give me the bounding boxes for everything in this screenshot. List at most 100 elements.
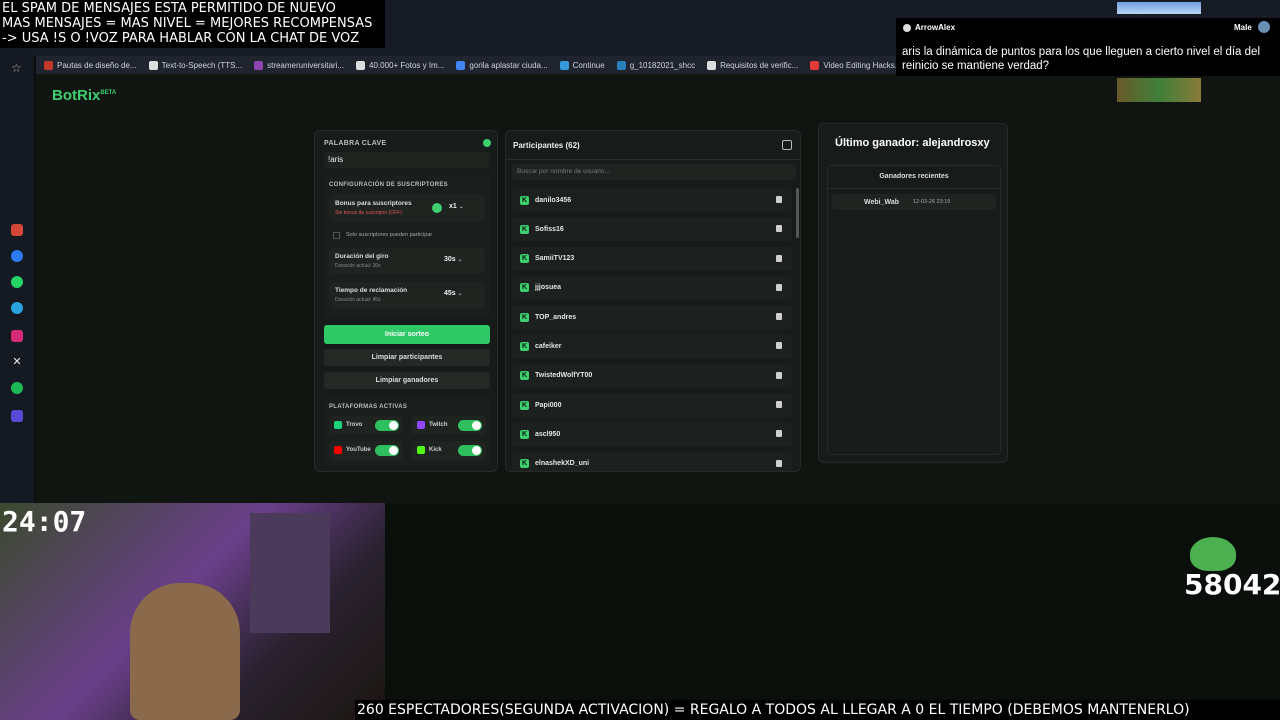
spotify-icon[interactable]	[11, 382, 23, 394]
trash-icon[interactable]	[776, 371, 782, 379]
trash-icon[interactable]	[776, 459, 782, 467]
participant-row: Kascl950	[512, 422, 792, 447]
participants-panel: Participantes (62) Buscar por nombre de …	[505, 130, 801, 472]
participant-row: Kdanilo3456	[512, 188, 792, 212]
claim-time-select[interactable]: 45s ⌄	[444, 290, 463, 297]
bookmarks-bar: Pautas de diseño de... Text-to-Speech (TT…	[36, 56, 896, 74]
media-icon[interactable]	[11, 410, 23, 422]
browser-sidebar: ☆ ✕	[0, 48, 34, 503]
kick-icon: K	[520, 341, 529, 351]
spin-duration-subtitle: Duración actual: 30s	[335, 263, 381, 269]
keyword-input[interactable]: !aris	[324, 152, 490, 168]
trash-icon[interactable]	[776, 283, 782, 291]
platform-logo-icon	[334, 421, 342, 429]
platform-toggle-row: YouTube	[329, 441, 403, 460]
chat-tag: Male	[1234, 23, 1252, 32]
kick-icon: K	[520, 283, 529, 293]
recent-winner-name: Webi_Wab	[864, 198, 900, 206]
participant-name: SamiiTV123	[535, 255, 575, 263]
telegram-icon[interactable]	[11, 302, 23, 314]
bookmark-item[interactable]: Text-to-Speech (TTS...	[148, 60, 243, 70]
trash-icon[interactable]	[776, 342, 782, 350]
copy-icon[interactable]	[782, 140, 792, 150]
participant-row: Kjjjosuea	[512, 275, 792, 300]
chat-message: aris la dinámica de puntos para los que …	[902, 46, 1260, 72]
platform-name: Trovo	[346, 422, 363, 428]
platform-toggle-switch[interactable]	[375, 420, 399, 431]
kick-icon: K	[520, 254, 529, 264]
chat-username: ArrowAlex	[915, 23, 956, 32]
participant-search-input[interactable]: Buscar por nombre de usuario...	[512, 164, 796, 180]
webcam-feed: 24:07	[0, 503, 385, 720]
participant-name: ascl950	[535, 430, 561, 438]
kick-icon: K	[520, 312, 529, 322]
bookmark-favicon-icon	[810, 60, 820, 70]
spin-duration-select[interactable]: 30s ⌄	[444, 256, 463, 263]
subscriber-bonus-row: Bonus para suscriptores Sin bonus de sus…	[329, 195, 485, 221]
participants-title: Participantes (62)	[513, 141, 580, 150]
subscriber-bonus-select[interactable]: x1 ⌄	[449, 203, 464, 210]
bookmark-item[interactable]: Video Editing Hacks...	[810, 60, 896, 70]
trash-icon[interactable]	[776, 254, 782, 262]
kick-icon: K	[520, 195, 529, 205]
participants-list: Kdanilo3456 K Sofiss16 K SamiiTV123 Kjjjosuea…	[512, 188, 792, 471]
bookmark-item[interactable]: 40.000+ Fotos y Im...	[356, 60, 444, 70]
platform-logo-icon	[334, 446, 342, 454]
x-icon[interactable]: ✕	[11, 356, 23, 368]
clear-participants-button[interactable]: Limpiar participantes	[324, 349, 490, 366]
keyword-label: PALABRA CLAVE	[324, 140, 387, 147]
whatsapp-icon[interactable]	[11, 276, 23, 288]
decorative-sky-image	[1117, 2, 1201, 14]
platform-toggle-switch[interactable]	[375, 445, 399, 456]
bookmark-item[interactable]: gorila aplastar ciuda...	[456, 60, 548, 70]
subscriber-bonus-title: Bonus para suscriptores	[335, 200, 412, 207]
trash-icon[interactable]	[776, 196, 782, 203]
bookmark-item[interactable]: Requisitos de verific...	[707, 60, 799, 70]
subscribers-only-label: Solo suscriptores pueden participar	[346, 232, 433, 238]
start-raffle-button[interactable]: Iniciar sorteo	[324, 325, 490, 344]
participants-divider	[506, 159, 800, 160]
bookmark-favicon-icon	[254, 60, 264, 70]
recent-winners-label: Ganadores recientes	[879, 173, 949, 180]
bookmark-item[interactable]: streameruniversitari...	[254, 60, 344, 70]
banner-line: -> USA !S O !VOZ PARA HABLAR CON LA CHAT…	[2, 31, 360, 46]
platform-toggle-switch[interactable]	[458, 445, 482, 456]
bookmark-item[interactable]: Pautas de diseño de...	[44, 60, 137, 70]
kick-icon: K	[520, 429, 529, 439]
participant-name: jjjosuea	[535, 284, 562, 292]
bookmark-favicon-icon	[148, 60, 158, 70]
info-icon	[432, 203, 442, 213]
spin-duration-title: Duración del giro	[335, 253, 389, 260]
trash-icon[interactable]	[776, 430, 782, 438]
list-scrollbar[interactable]	[796, 188, 799, 238]
trash-icon[interactable]	[776, 401, 782, 409]
claim-time-subtitle: Duración actual: 45s	[335, 297, 381, 303]
trash-icon[interactable]	[776, 225, 782, 233]
participant-name: TOP_andres	[535, 313, 577, 321]
star-icon[interactable]: ☆	[11, 62, 23, 74]
webcam-shelf	[250, 513, 330, 633]
chat-overlay: ArrowAlex Male aris la dinámica de punto…	[896, 18, 1280, 76]
clear-winners-button[interactable]: Limpiar ganadores	[324, 372, 490, 389]
settings-panel: PALABRA CLAVE !aris CONFIGURACIÓN DE SUS…	[314, 130, 498, 472]
viewers-ticker: 260 ESPECTADORES(SEGUNDA ACTIVACION) = R…	[355, 700, 1280, 720]
botrix-logo[interactable]: BotRixBETA	[52, 87, 116, 104]
subscriber-config-section: CONFIGURACIÓN DE SUSCRIPTORES Bonus para…	[324, 175, 490, 317]
bookmark-item[interactable]: Continue	[559, 60, 605, 70]
checkbox[interactable]	[333, 231, 340, 239]
trash-icon[interactable]	[776, 313, 782, 321]
messenger-icon[interactable]	[11, 250, 23, 262]
platform-toggle-switch[interactable]	[458, 420, 482, 431]
recent-winners-section: Ganadores recientes Webi_Wab 12-03-26 23…	[827, 165, 1001, 455]
instagram-icon[interactable]	[11, 330, 23, 342]
gmail-icon[interactable]	[11, 224, 23, 236]
bookmark-label: Requisitos de verific...	[720, 60, 799, 70]
kick-icon: K	[520, 371, 529, 381]
subscriber-bonus-subtitle: Sin bonus de suscriptor (OFF)	[335, 210, 402, 216]
platform-name: YouTube	[346, 447, 371, 453]
subscribers-only-checkbox-row[interactable]: Solo suscriptores pueden participar	[329, 227, 485, 243]
bookmark-label: Text-to-Speech (TTS...	[161, 60, 243, 70]
bookmark-item[interactable]: g_10182021_shcc	[616, 60, 695, 70]
user-icon	[903, 24, 911, 32]
kick-icon: K	[520, 400, 529, 410]
